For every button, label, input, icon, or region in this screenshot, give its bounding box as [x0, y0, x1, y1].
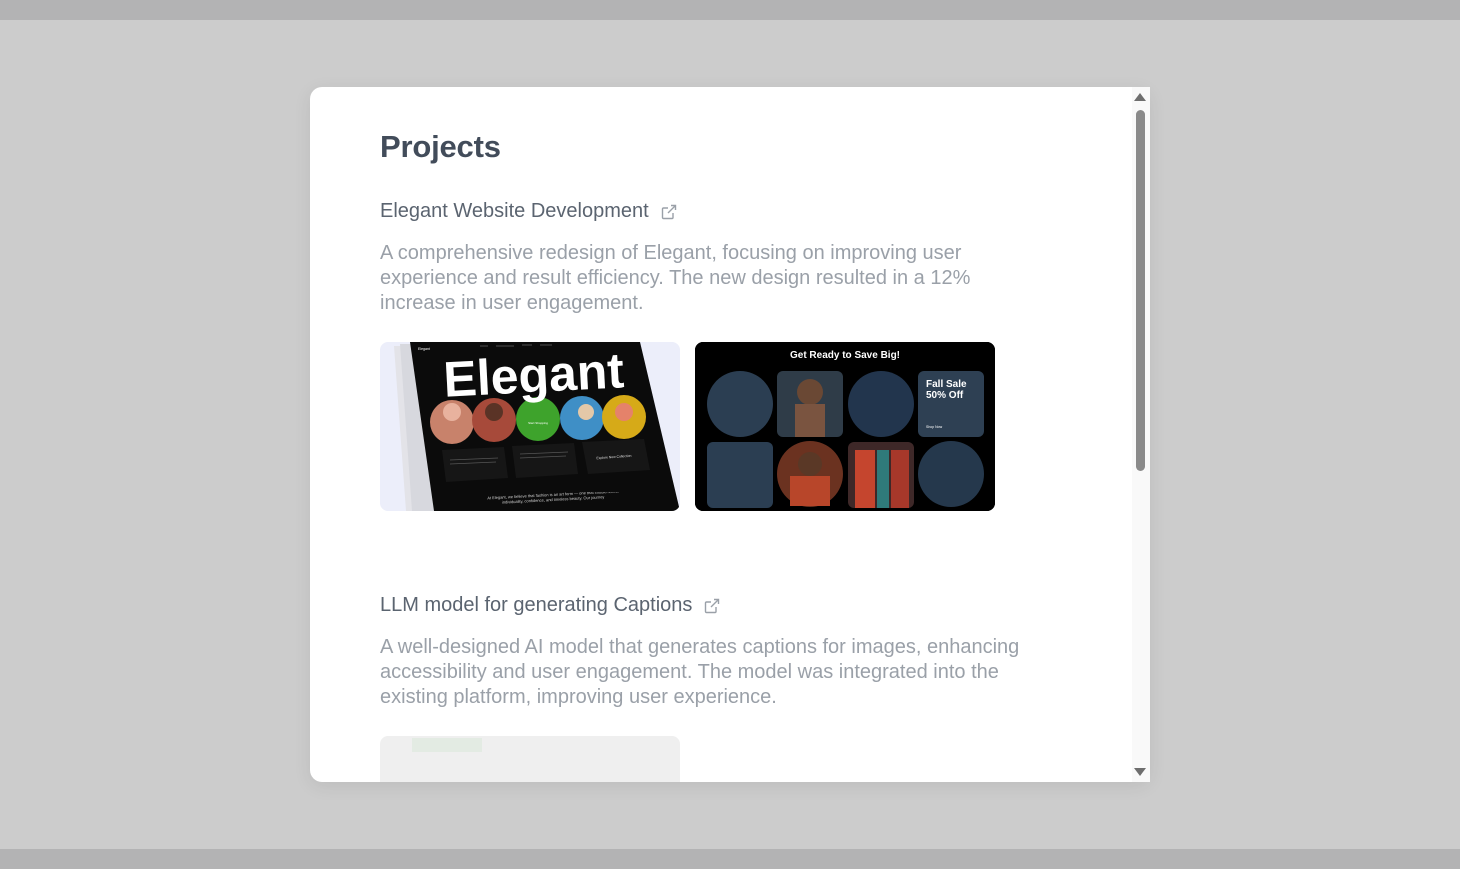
external-link-icon[interactable]: [704, 598, 720, 614]
project-description: A well-designed AI model that generates …: [380, 636, 1020, 708]
projects-modal: Projects Elegant Website Development A c…: [310, 87, 1150, 782]
scroll-up-arrow-icon[interactable]: [1134, 93, 1146, 101]
project-title-row[interactable]: LLM model for generating Captions: [380, 594, 720, 617]
mock-center-badge: Start Shopping: [528, 421, 548, 425]
sale-title: Fall Sale: [926, 379, 967, 390]
external-link-icon[interactable]: [661, 204, 677, 220]
project-thumbnail-sale[interactable]: Get Ready to Save Big! Fall Sale 50% Off…: [695, 342, 995, 511]
sale-mockup-image: Get Ready to Save Big! Fall Sale 50% Off…: [695, 342, 995, 511]
mock-body-text: At Elegant, we believe that fashion is a…: [487, 492, 619, 505]
project-thumbnail-elegant[interactable]: Elegant Elegant Start Shopping Explore N…: [380, 342, 680, 511]
project-title-row[interactable]: Elegant Website Development: [380, 200, 677, 223]
project-description: A comprehensive redesign of Elegant, foc…: [380, 242, 971, 314]
mock-headline: Elegant: [442, 342, 626, 407]
captions-thumbnail-image: [412, 738, 482, 752]
project-title[interactable]: LLM model for generating Captions: [380, 594, 692, 617]
mock-nav-brand: Elegant: [418, 347, 430, 351]
project-title[interactable]: Elegant Website Development: [380, 200, 649, 223]
page-title: Projects: [380, 129, 501, 164]
bottom-browser-strip: [0, 849, 1460, 869]
scroll-down-arrow-icon[interactable]: [1134, 768, 1146, 776]
elegant-mockup-image: Elegant Elegant Start Shopping Explore N…: [394, 342, 680, 511]
sale-cta: Shop Now: [926, 425, 943, 429]
scrollbar-thumb[interactable]: [1136, 110, 1145, 471]
top-browser-strip: [0, 0, 1460, 20]
sale-headline: Get Ready to Save Big!: [790, 350, 900, 361]
project-thumbnail-captions[interactable]: [380, 736, 680, 782]
sale-discount: 50% Off: [926, 390, 964, 401]
